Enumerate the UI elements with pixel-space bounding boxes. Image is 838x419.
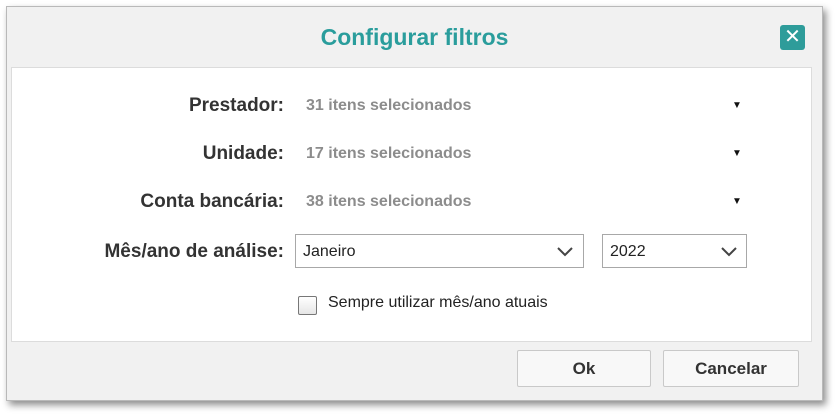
prestador-label: Prestador: bbox=[188, 95, 284, 116]
dialog-titlebar: Configurar filtros ✕ bbox=[7, 7, 822, 67]
filter-row-unidade: Unidade: 17 itens selecionados ▼ bbox=[12, 137, 811, 169]
always-current-label[interactable]: Sempre utilizar mês/ano atuais bbox=[328, 294, 548, 312]
cancel-button[interactable]: Cancelar bbox=[663, 350, 799, 387]
configure-filters-dialog: Configurar filtros ✕ Prestador: 31 itens… bbox=[6, 6, 823, 401]
month-select[interactable]: Janeiro bbox=[295, 234, 584, 268]
unidade-selected-value: 17 itens selecionados bbox=[306, 145, 472, 162]
close-icon: ✕ bbox=[784, 26, 801, 48]
conta-bancaria-selected-value: 38 itens selecionados bbox=[306, 193, 472, 210]
year-selected-value: 2022 bbox=[610, 243, 646, 260]
close-button[interactable]: ✕ bbox=[780, 25, 805, 50]
filter-row-mes-ano: Mês/ano de análise: Janeiro 2022 bbox=[12, 234, 811, 268]
always-current-checkbox[interactable] bbox=[298, 296, 317, 315]
ok-button[interactable]: Ok bbox=[517, 350, 651, 387]
filter-row-prestador: Prestador: 31 itens selecionados ▼ bbox=[12, 89, 811, 121]
filter-row-conta-bancaria: Conta bancária: 38 itens selecionados ▼ bbox=[12, 185, 811, 217]
filters-panel: Prestador: 31 itens selecionados ▼ Unida… bbox=[11, 67, 812, 342]
prestador-selected-value: 31 itens selecionados bbox=[306, 97, 472, 114]
mes-ano-label: Mês/ano de análise: bbox=[104, 241, 284, 262]
caret-down-icon[interactable]: ▼ bbox=[730, 100, 744, 112]
caret-down-icon[interactable]: ▼ bbox=[730, 196, 744, 208]
conta-bancaria-label: Conta bancária: bbox=[140, 191, 284, 212]
chevron-down-icon bbox=[721, 247, 737, 257]
unidade-label: Unidade: bbox=[202, 143, 284, 164]
caret-down-icon[interactable]: ▼ bbox=[730, 148, 744, 160]
dialog-title: Configurar filtros bbox=[320, 24, 509, 50]
chevron-down-icon bbox=[557, 247, 573, 257]
month-selected-value: Janeiro bbox=[303, 243, 356, 260]
year-select[interactable]: 2022 bbox=[602, 234, 747, 268]
